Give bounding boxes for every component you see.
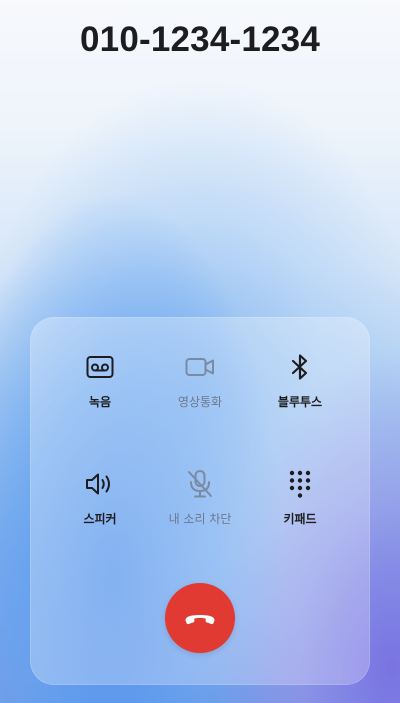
phone-number: 010-1234-1234 — [79, 20, 321, 59]
bluetooth-label: 블루투스 — [277, 395, 323, 409]
keypad-icon — [284, 468, 316, 500]
bluetooth-icon — [284, 351, 316, 383]
phone-hangup-icon — [183, 610, 217, 626]
video-call-label: 영상통화 — [177, 395, 223, 409]
record-label: 녹음 — [88, 395, 112, 409]
speaker-label: 스피커 — [83, 512, 117, 526]
mute-button[interactable]: 내 소리 차단 — [150, 468, 250, 540]
speaker-icon — [84, 468, 116, 500]
speaker-button[interactable]: 스피커 — [50, 468, 150, 540]
keypad-button[interactable]: 키패드 — [250, 468, 350, 540]
bluetooth-button[interactable]: 블루투스 — [250, 351, 350, 423]
keypad-label: 키패드 — [283, 512, 317, 526]
video-camera-icon — [184, 351, 216, 383]
end-call-button[interactable] — [165, 583, 235, 653]
mic-off-icon — [184, 468, 216, 500]
video-call-button[interactable]: 영상통화 — [150, 351, 250, 423]
record-button[interactable]: 녹음 — [50, 351, 150, 423]
voicemail-icon — [84, 351, 116, 383]
mute-label: 내 소리 차단 — [168, 512, 232, 526]
